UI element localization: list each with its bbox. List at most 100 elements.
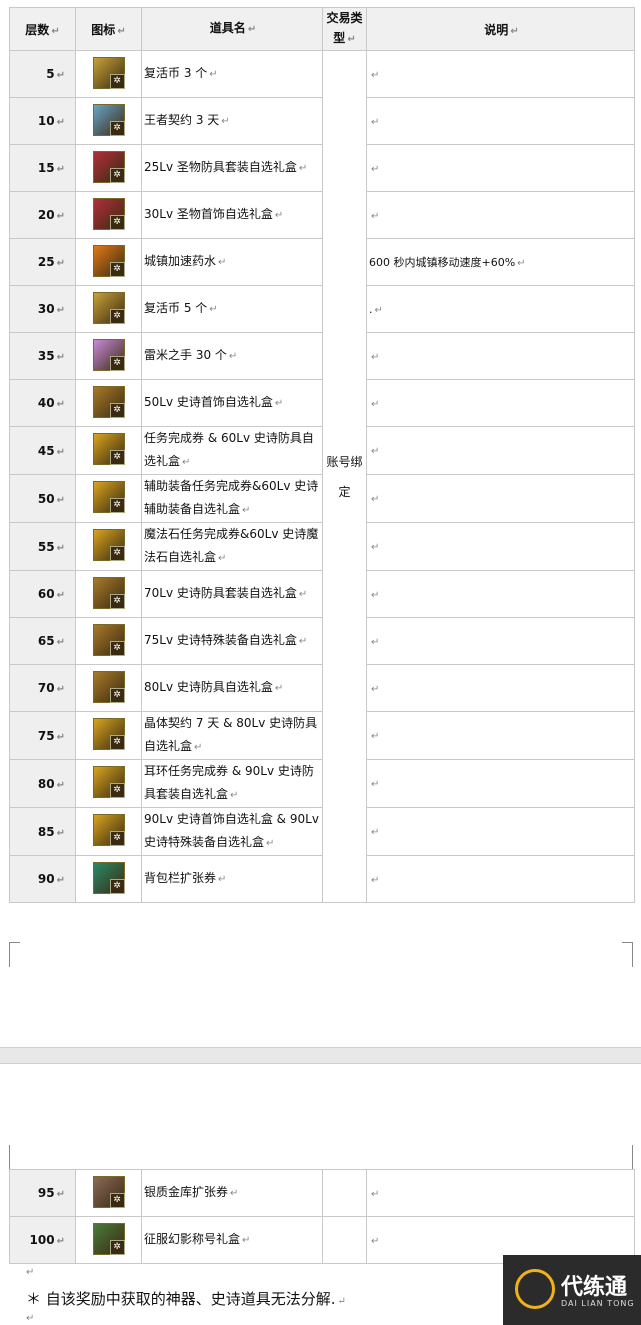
layer-value: 5: [46, 67, 55, 81]
ticket-icon: ✲: [92, 433, 125, 465]
layer-value: 45: [37, 443, 55, 458]
item-name-cell: 70Lv 史诗防具套装自选礼盒 ↵: [141, 570, 323, 618]
table-row: 85 ↵ ✲ 90Lv 史诗首饰自选礼盒 & 90Lv 史诗特殊装备自选礼盒 ↵ ↵: [9, 807, 635, 856]
description-cell: ↵: [366, 617, 635, 665]
table-row: 35 ↵ ✲ 雷米之手 30 个 ↵ ↵: [9, 332, 635, 380]
icon-cell: ✲: [75, 807, 142, 856]
icon-cell: ✲: [75, 474, 142, 523]
item-name: 75Lv 史诗特殊装备自选礼盒: [144, 633, 297, 647]
epic-chest-icon: ✲: [92, 576, 125, 609]
potion-icon: ✲: [92, 244, 125, 277]
table-row: 60 ↵ ✲ 70Lv 史诗防具套装自选礼盒 ↵ ↵: [9, 570, 635, 618]
icon-cell: ✲: [75, 50, 142, 98]
item-name-cell: 75Lv 史诗特殊装备自选礼盒 ↵: [141, 617, 323, 665]
paragraph-mark-2: ↵: [26, 1313, 35, 1324]
revival-coin-icon: ✲: [92, 291, 125, 324]
layer-value: 80: [37, 776, 55, 791]
logo-emblem-icon: [515, 1269, 555, 1309]
item-name-cell: 王者契约 3 天 ↵: [141, 97, 323, 145]
lock-badge-icon: ✲: [109, 783, 125, 798]
page-corner-right-2: [622, 1145, 633, 1170]
layer-cell: 50 ↵: [9, 474, 76, 523]
layer-cell: 75 ↵: [9, 711, 76, 760]
table-row: 15 ↵ ✲ 25Lv 圣物防具套装自选礼盒 ↵ ↵: [9, 144, 635, 192]
layer-cell: 30 ↵: [9, 285, 76, 333]
layer-cell: 100 ↵: [9, 1216, 76, 1264]
description-cell: 600 秒内城镇移动速度+60% ↵: [366, 238, 635, 286]
item-name: 复活币 5 个: [144, 301, 208, 315]
lock-badge-icon: ✲: [109, 831, 125, 846]
lock-badge-icon: ✲: [109, 735, 125, 750]
item-name-cell: 城镇加速药水 ↵: [141, 238, 323, 286]
layer-cell: 15 ↵: [9, 144, 76, 192]
table-row: 50 ↵ ✲ 辅助装备任务完成券&60Lv 史诗辅助装备自选礼盒 ↵ ↵: [9, 474, 635, 523]
icon-cell: ✲: [75, 379, 142, 427]
epic-chest-icon: ✲: [92, 623, 125, 656]
table-row: 65 ↵ ✲ 75Lv 史诗特殊装备自选礼盒 ↵ ↵: [9, 617, 635, 665]
layer-value: 60: [37, 587, 55, 601]
item-name: 晶体契约 7 天 & 80Lv 史诗防具自选礼盒: [144, 716, 318, 753]
logo-subtitle: DAI LIAN TONG: [561, 1299, 635, 1308]
item-name-cell: 复活币 3 个 ↵: [141, 50, 323, 98]
layer-value: 30: [37, 302, 55, 316]
paragraph-mark: ↵: [26, 1267, 35, 1278]
item-name-cell: 25Lv 圣物防具套装自选礼盒 ↵: [141, 144, 323, 192]
item-name-cell: 银质金库扩张券 ↵: [141, 1169, 323, 1217]
ticket-icon: ✲: [92, 529, 125, 561]
epic-chest-icon: ✲: [92, 385, 125, 418]
table-row: 20 ↵ ✲ 30Lv 圣物首饰自选礼盒 ↵ ↵: [9, 191, 635, 239]
lock-badge-icon: ✲: [109, 73, 125, 89]
description-cell: ↵: [366, 522, 635, 571]
item-name: 复活币 3 个: [144, 66, 208, 80]
icon-cell: ✲: [75, 238, 142, 286]
lock-badge-icon: ✲: [109, 640, 125, 656]
description-cell: ↵: [366, 570, 635, 618]
item-name: 雷米之手 30 个: [144, 348, 227, 362]
item-name-cell: 征服幻影称号礼盒 ↵: [141, 1216, 323, 1264]
bag-expand-icon: ✲: [92, 861, 125, 894]
item-name-cell: 辅助装备任务完成券&60Lv 史诗辅助装备自选礼盒 ↵: [141, 474, 323, 523]
item-name: 50Lv 史诗首饰自选礼盒: [144, 395, 273, 409]
icon-cell: ✲: [75, 617, 142, 665]
layer-cell: 25 ↵: [9, 238, 76, 286]
item-name: 征服幻影称号礼盒: [144, 1232, 241, 1246]
description-cell: ↵: [366, 474, 635, 523]
header-icon: 图标 ↵: [75, 7, 142, 51]
table-row: 80 ↵ ✲ 耳环任务完成券 & 90Lv 史诗防具套装自选礼盒 ↵ ↵: [9, 759, 635, 808]
lock-badge-icon: ✲: [109, 120, 125, 136]
revival-coin-icon: ✲: [92, 56, 125, 89]
lock-badge-icon: ✲: [109, 214, 125, 230]
layer-value: 40: [37, 396, 55, 410]
watermark-logo: 代练通 DAI LIAN TONG: [503, 1255, 641, 1325]
lock-badge-icon: ✲: [109, 308, 125, 324]
icon-cell: ✲: [75, 191, 142, 239]
icon-cell: ✲: [75, 759, 142, 808]
header-layer: 层数 ↵: [9, 7, 76, 51]
header-name: 道具名 ↵: [141, 7, 323, 51]
icon-cell: ✲: [75, 522, 142, 571]
icon-cell: ✲: [75, 664, 142, 712]
lock-badge-icon: ✲: [109, 1239, 125, 1255]
description-cell: ↵: [366, 759, 635, 808]
trade-type-cell: [322, 1216, 367, 1264]
ticket-icon: ✲: [92, 814, 125, 846]
item-name-cell: 80Lv 史诗防具自选礼盒 ↵: [141, 664, 323, 712]
item-name-cell: 任务完成券 & 60Lv 史诗防具自选礼盒 ↵: [141, 426, 323, 475]
icon-cell: ✲: [75, 285, 142, 333]
item-name-cell: 魔法石任务完成券&60Lv 史诗魔法石自选礼盒 ↵: [141, 522, 323, 571]
lock-badge-icon: ✲: [109, 878, 125, 894]
epic-chest-icon: ✲: [92, 670, 125, 703]
icon-cell: ✲: [75, 97, 142, 145]
layer-value: 50: [37, 491, 55, 506]
item-name: 魔法石任务完成券&60Lv 史诗魔法石自选礼盒: [144, 527, 319, 564]
lock-badge-icon: ✲: [109, 546, 125, 561]
header-desc: 说明 ↵: [366, 7, 635, 51]
lock-badge-icon: ✲: [109, 167, 125, 183]
layer-value: 100: [29, 1233, 55, 1247]
table-row: 75 ↵ ✲ 晶体契约 7 天 & 80Lv 史诗防具自选礼盒 ↵ ↵: [9, 711, 635, 760]
layer-cell: 10 ↵: [9, 97, 76, 145]
icon-cell: ✲: [75, 1216, 142, 1264]
table-row: 55 ↵ ✲ 魔法石任务完成券&60Lv 史诗魔法石自选礼盒 ↵ ↵: [9, 522, 635, 571]
gift-box-icon: ✲: [92, 197, 125, 230]
table-row: 40 ↵ ✲ 50Lv 史诗首饰自选礼盒 ↵ ↵: [9, 379, 635, 427]
